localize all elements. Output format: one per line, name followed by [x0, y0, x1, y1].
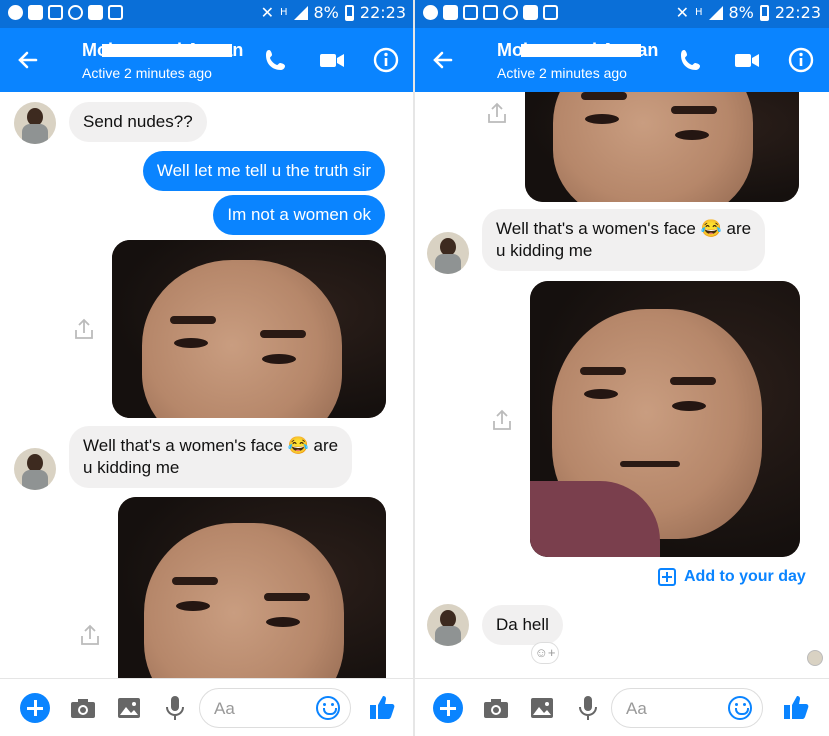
message-bubble[interactable]: Well that's a women's face 😂 are u kiddi…: [482, 209, 766, 271]
video-icon[interactable]: [318, 46, 346, 74]
status-bar: ✕ H 8% 22:23: [415, 0, 829, 28]
clock: 22:23: [359, 3, 406, 22]
name-redaction: [102, 44, 232, 57]
emoji-icon[interactable]: [316, 696, 340, 720]
name-redaction: [521, 44, 641, 57]
notification-icons: [8, 5, 123, 20]
share-icon[interactable]: [484, 100, 510, 126]
input-placeholder: Aa: [626, 699, 647, 718]
network-type: H: [694, 7, 703, 18]
network-type: H: [279, 7, 288, 18]
share-icon[interactable]: [489, 407, 515, 433]
message-input[interactable]: Aa: [199, 688, 351, 728]
emoji-icon[interactable]: [728, 696, 752, 720]
message-bubble[interactable]: Im not a women ok: [213, 195, 385, 235]
vibrate-icon: ✕: [260, 3, 274, 22]
system-status: ✕ H 8% 22:23: [261, 3, 406, 22]
like-icon[interactable]: [781, 693, 811, 723]
message-list[interactable]: Send nudes?? Well let me tell u the trut…: [0, 92, 414, 678]
photo-attachment[interactable]: [118, 497, 386, 678]
chat-header: Mohammad Arman Active 2 minutes ago: [415, 28, 829, 92]
message-bubble[interactable]: Well that's a women's face 😂 are u kiddi…: [69, 426, 353, 488]
photo-attachment[interactable]: [112, 240, 386, 418]
message-input[interactable]: Aa: [611, 688, 763, 728]
chat-panel-left: ✕ H 8% 22:23 Mohammad Arman Active 2 min…: [0, 0, 414, 736]
avatar[interactable]: [427, 604, 469, 646]
image-icon[interactable]: [114, 693, 144, 723]
battery-icon: [344, 4, 354, 21]
media-icon: [483, 5, 498, 20]
info-icon[interactable]: [372, 46, 400, 74]
microphone-icon[interactable]: [160, 693, 190, 723]
notification-icons: [423, 5, 558, 20]
message-bubble[interactable]: Send nudes??: [69, 102, 207, 142]
share-icon[interactable]: [71, 316, 97, 342]
plus-icon[interactable]: [433, 693, 463, 723]
avatar[interactable]: [14, 448, 56, 490]
message-line: Well that's a women's face 😂 are: [83, 436, 339, 455]
message-line: Well that's a women's face 😂 are: [496, 219, 752, 238]
image-icon[interactable]: [527, 693, 557, 723]
avatar[interactable]: [427, 232, 469, 274]
photo-attachment[interactable]: [525, 92, 799, 202]
message-composer: Aa: [0, 678, 414, 736]
seen-avatar: [807, 650, 823, 666]
search-icon: [68, 5, 83, 20]
signal-icon: [293, 5, 308, 20]
back-arrow-icon[interactable]: [429, 46, 457, 74]
add-reaction-icon[interactable]: ☺+: [531, 642, 559, 664]
camera-icon[interactable]: [481, 693, 511, 723]
camera-icon[interactable]: [68, 693, 98, 723]
plus-icon[interactable]: [20, 693, 50, 723]
input-placeholder: Aa: [214, 699, 235, 718]
shield-icon: [523, 5, 538, 20]
message-bubble[interactable]: Da hell: [482, 605, 563, 645]
share-icon[interactable]: [77, 622, 103, 648]
add-to-your-day-button[interactable]: Add to your day: [658, 568, 806, 586]
message-bubble[interactable]: Well let me tell u the truth sir: [142, 151, 385, 191]
message-composer: Aa: [415, 678, 829, 736]
battery-percent: 8%: [728, 3, 754, 22]
status-bar: ✕ H 8% 22:23: [0, 0, 414, 28]
signal-icon: [708, 5, 723, 20]
back-arrow-icon[interactable]: [14, 46, 42, 74]
facebook-icon: [443, 5, 458, 20]
add-to-day-label: Add to your day: [684, 568, 806, 585]
facebook-icon: [28, 5, 43, 20]
active-status: Active 2 minutes ago: [497, 65, 627, 81]
like-icon[interactable]: [367, 693, 397, 723]
battery-icon: [759, 4, 769, 21]
notification-icon: [8, 5, 23, 20]
add-icon: [658, 568, 676, 586]
video-icon[interactable]: [733, 46, 761, 74]
photo-attachment[interactable]: [530, 281, 800, 557]
avatar[interactable]: [14, 102, 56, 144]
phone-icon[interactable]: [677, 46, 705, 74]
system-status: ✕ H 8% 22:23: [676, 3, 821, 22]
gallery-icon: [108, 5, 123, 20]
gallery-icon: [543, 5, 558, 20]
battery-percent: 8%: [313, 3, 339, 22]
gift-icon: [48, 5, 63, 20]
message-line: u kidding me: [83, 458, 180, 477]
vibrate-icon: ✕: [675, 3, 689, 22]
active-status: Active 2 minutes ago: [82, 65, 212, 81]
gift-icon: [463, 5, 478, 20]
search-icon: [503, 5, 518, 20]
message-list[interactable]: Well that's a women's face 😂 are u kiddi…: [415, 92, 829, 678]
clock: 22:23: [774, 3, 821, 22]
info-icon[interactable]: [787, 46, 815, 74]
chat-header: Mohammad Arman Active 2 minutes ago: [0, 28, 414, 92]
notification-icon: [423, 5, 438, 20]
phone-icon[interactable]: [262, 46, 290, 74]
message-line: u kidding me: [496, 241, 593, 260]
chat-panel-right: ✕ H 8% 22:23 Mohammad Arman Active 2 min…: [415, 0, 829, 736]
shield-icon: [88, 5, 103, 20]
microphone-icon[interactable]: [573, 693, 603, 723]
